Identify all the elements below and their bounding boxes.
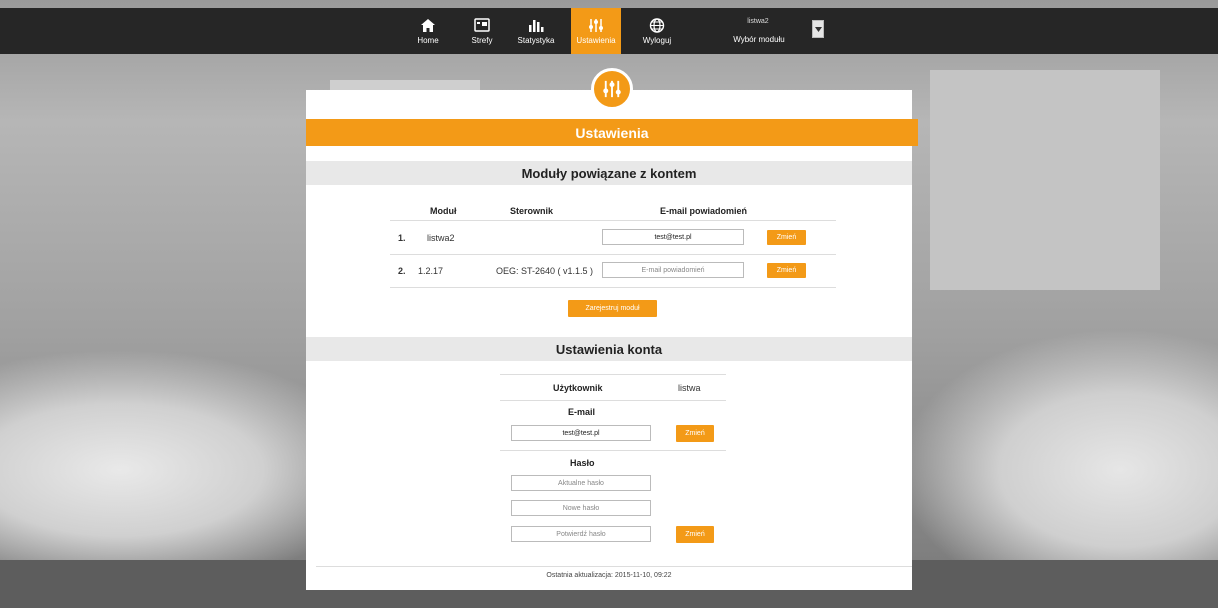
change-email-button[interactable]: Zmień (767, 263, 806, 278)
globe-icon (649, 17, 665, 33)
col-header-module: Moduł (430, 206, 457, 216)
current-module-name: listwa2 (747, 18, 769, 25)
divider (500, 374, 726, 375)
row-controller: OEG: ST-2640 ( v1.1.5 ) (496, 266, 594, 276)
row-index: 2. (398, 266, 406, 276)
divider (500, 450, 726, 451)
divider (390, 287, 836, 288)
change-password-button[interactable]: Zmień (676, 526, 714, 543)
nav-statystyka[interactable]: Statystyka (512, 8, 560, 54)
col-header-email: E-mail powiadomień (660, 206, 748, 216)
notification-email-field[interactable]: test@test.pl (602, 229, 744, 245)
nav-home-label: Home (417, 35, 439, 45)
account-section-title: Ustawienia konta (306, 337, 912, 361)
divider (390, 220, 836, 221)
module-dropdown[interactable] (812, 20, 824, 38)
confirm-password-field[interactable]: Potwierdź hasło (511, 526, 651, 542)
nav-strefy[interactable]: Strefy (466, 8, 498, 54)
page-title: Ustawienia (306, 119, 918, 146)
nav-strefy-label: Strefy (471, 35, 493, 45)
user-value: listwa (678, 383, 701, 393)
sliders-icon (589, 18, 603, 32)
notification-email-field[interactable]: E-mail powiadomień (602, 262, 744, 278)
row-module: 1.2.17 (418, 266, 444, 276)
register-module-button[interactable]: Zarejestruj moduł (568, 300, 657, 317)
module-select-label[interactable]: Wybór modułu (714, 35, 804, 44)
user-label: Użytkownik (553, 383, 603, 393)
nav-ustawienia[interactable]: Ustawienia (571, 8, 621, 54)
change-email-button[interactable]: Zmień (767, 230, 806, 245)
last-update-text: Ostatnia aktualizacja: 2015-11-10, 09:22 (546, 572, 672, 579)
zones-icon (474, 17, 490, 32)
row-module: listwa2 (427, 233, 455, 243)
chevron-down-icon (814, 26, 822, 32)
nav-ustawienia-label: Ustawienia (576, 35, 616, 45)
modules-section-title: Moduły powiązane z kontem (306, 161, 912, 185)
sliders-icon (603, 80, 621, 98)
account-email-field[interactable]: test@test.pl (511, 425, 651, 441)
top-nav-bar: Home Strefy Statystyka Ustawienia Wylogu… (0, 8, 1218, 54)
row-index: 1. (398, 233, 406, 243)
settings-badge (591, 68, 633, 110)
col-header-controller: Sterownik (510, 206, 554, 216)
email-label: E-mail (568, 407, 596, 417)
nav-wyloguj-label: Wyloguj (642, 35, 672, 45)
nav-statystyka-label: Statystyka (517, 35, 555, 45)
divider (390, 254, 836, 255)
change-account-email-button[interactable]: Zmień (676, 425, 714, 442)
password-label: Hasło (570, 458, 595, 468)
divider (316, 566, 912, 567)
nav-wyloguj[interactable]: Wyloguj (637, 8, 677, 54)
chart-icon (529, 19, 544, 32)
nav-home[interactable]: Home (410, 8, 446, 54)
current-password-field[interactable]: Aktualne hasło (511, 475, 651, 491)
home-icon (421, 18, 435, 32)
new-password-field[interactable]: Nowe hasło (511, 500, 651, 516)
divider (500, 400, 726, 401)
